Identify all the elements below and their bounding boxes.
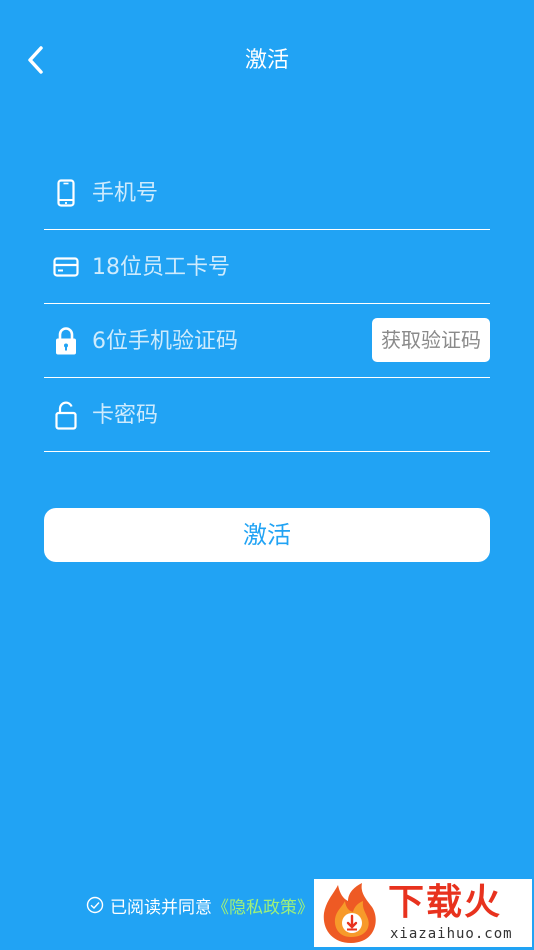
card-password-input[interactable]: [92, 396, 372, 434]
card-number-row: [44, 230, 490, 304]
watermark-url: xiazaihuo.com: [390, 926, 513, 942]
phone-row: [44, 156, 490, 230]
sms-code-input[interactable]: [92, 322, 312, 360]
lock-closed-icon: [52, 326, 80, 356]
agreement-text: 已阅读并同意: [110, 897, 212, 918]
card-icon: [52, 252, 80, 282]
flame-logo-icon: [323, 883, 376, 943]
watermark-badge: 下载火 xiazaihuo.com: [314, 879, 532, 947]
phone-input[interactable]: [92, 174, 372, 212]
lock-open-icon: [52, 400, 80, 430]
card-password-row: [44, 378, 490, 452]
card-number-input[interactable]: [92, 248, 372, 286]
privacy-policy-link[interactable]: 《隐私政策》: [212, 893, 314, 918]
watermark-title: 下载火: [388, 882, 503, 923]
page-title: 激活: [244, 48, 289, 73]
agreement-line: 已阅读并同意 《隐私政策》: [86, 893, 314, 918]
mobile-phone-icon: [52, 178, 80, 208]
header-bar: 激活: [0, 0, 534, 120]
get-code-button[interactable]: 获取验证码: [372, 318, 490, 362]
check-circle-icon[interactable]: [86, 896, 104, 914]
activate-button[interactable]: 激活: [44, 508, 490, 562]
sms-code-row: 获取验证码: [44, 304, 490, 378]
activation-form: 获取验证码: [44, 156, 490, 452]
